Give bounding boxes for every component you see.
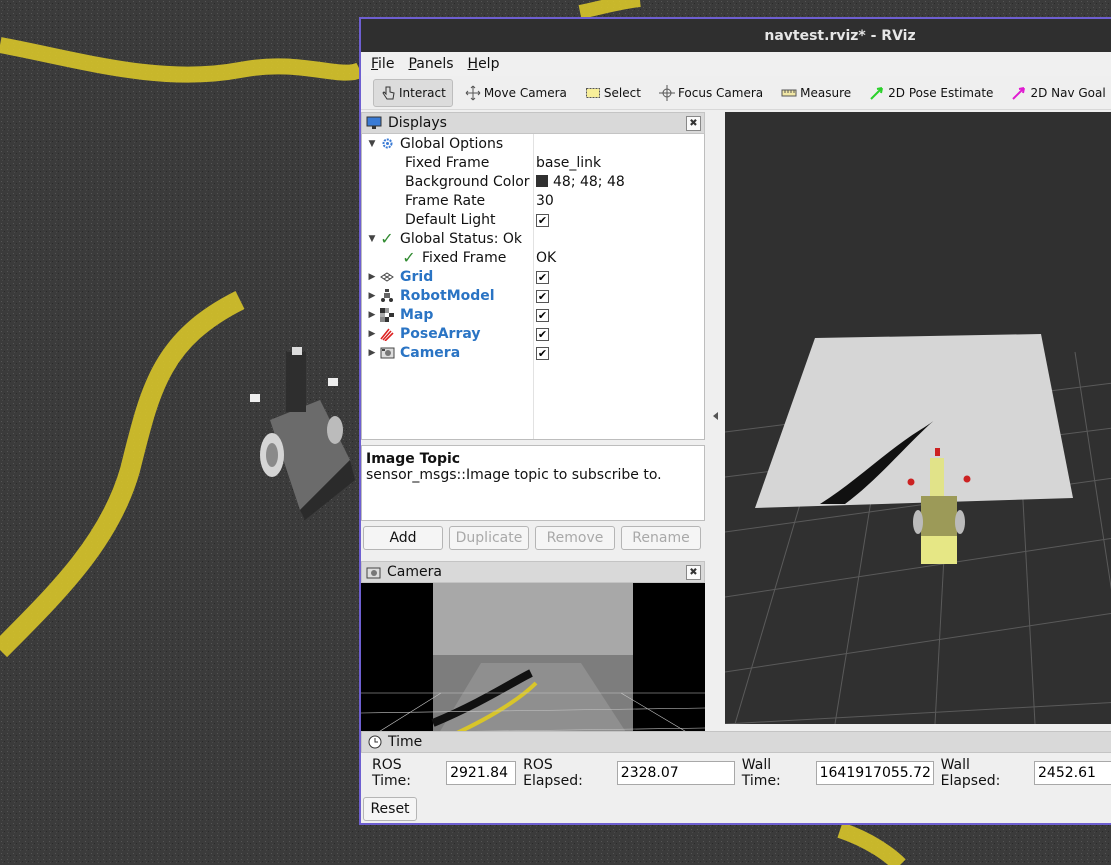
chevron-right-icon[interactable]: ▶	[366, 291, 378, 301]
tool-bar: Interact Move Camera Select Focus Camera…	[361, 76, 1111, 110]
camera-panel-title: Camera ✖	[361, 561, 705, 583]
menu-bar: File Panels Help	[361, 52, 1111, 76]
tree-row-default-light[interactable]: Default Light ✔	[362, 210, 704, 229]
grid-icon	[378, 269, 396, 285]
clock-icon	[368, 735, 382, 749]
add-button[interactable]: Add	[363, 526, 443, 550]
chevron-down-icon[interactable]: ▼	[366, 139, 378, 149]
tree-row-background-color[interactable]: Background Color 48; 48; 48	[362, 172, 704, 191]
fixed-frame-value[interactable]: base_link	[536, 155, 601, 171]
tree-row-frame-rate[interactable]: Frame Rate 30	[362, 191, 704, 210]
tool-2d-nav-goal[interactable]: 2D Nav Goal	[1005, 79, 1111, 107]
ros-elapsed-field[interactable]	[616, 761, 735, 785]
wall-time-field[interactable]	[815, 761, 934, 785]
background-color-value: 48; 48; 48	[553, 173, 625, 190]
wall-elapsed-field[interactable]	[1034, 761, 1111, 785]
gear-icon	[378, 136, 396, 152]
tree-row-camera[interactable]: ▶ Camera ✔	[362, 343, 704, 362]
grid-checkbox[interactable]: ✔	[536, 270, 549, 284]
color-swatch	[536, 174, 548, 187]
description-text: sensor_msgs::Image topic to subscribe to…	[366, 467, 662, 483]
ros-elapsed-label: ROS Elapsed:	[523, 757, 583, 789]
move-arrows-icon	[465, 85, 481, 100]
wall-time-label: Wall Time:	[741, 757, 781, 789]
focus-crosshair-icon	[658, 84, 675, 101]
checkmark-icon: ✓	[380, 229, 394, 248]
ruler-icon	[781, 89, 797, 96]
robot-icon	[378, 288, 396, 304]
tool-move-camera[interactable]: Move Camera	[459, 79, 573, 107]
remove-button[interactable]: Remove	[535, 526, 615, 550]
tree-row-grid[interactable]: ▶ Grid ✔	[362, 267, 704, 286]
tree-row-robotmodel[interactable]: ▶ RobotModel ✔	[362, 286, 704, 305]
camera-panel: Camera ✖	[361, 561, 705, 743]
camera-icon	[366, 567, 381, 578]
default-light-checkbox[interactable]: ✔	[536, 213, 549, 227]
displays-buttons: Add Duplicate Remove Rename	[361, 521, 705, 555]
collapse-arrow-icon[interactable]	[713, 412, 718, 420]
tool-2d-pose-estimate[interactable]: 2D Pose Estimate	[863, 79, 999, 107]
ros-time-field[interactable]	[446, 761, 517, 785]
time-fields: ROS Time: ROS Elapsed: Wall Time: Wall E…	[361, 753, 1111, 793]
status-fixed-frame-value: OK	[536, 249, 557, 266]
pose-array-icon	[378, 326, 396, 342]
close-icon[interactable]: ✖	[686, 116, 701, 131]
chevron-right-icon[interactable]: ▶	[366, 329, 378, 339]
reset-button[interactable]: Reset	[363, 797, 417, 821]
tool-interact[interactable]: Interact	[373, 78, 453, 107]
time-panel-title: Time	[361, 731, 1111, 753]
map-checkbox[interactable]: ✔	[536, 308, 549, 322]
tool-focus-camera[interactable]: Focus Camera	[653, 79, 769, 107]
description-title: Image Topic	[366, 451, 461, 467]
chevron-right-icon[interactable]: ▶	[366, 310, 378, 320]
chevron-right-icon[interactable]: ▶	[366, 272, 378, 282]
tree-row-status-fixed-frame[interactable]: ✓ Fixed Frame OK	[362, 248, 704, 267]
monitor-icon	[366, 116, 382, 129]
green-arrow-icon	[870, 86, 884, 100]
tree-row-global-status[interactable]: ▼ ✓ Global Status: Ok	[362, 229, 704, 248]
camera-image-view[interactable]	[361, 583, 705, 743]
window-titlebar[interactable]: navtest.rviz* - RViz	[361, 19, 1111, 52]
tool-select[interactable]: Select	[579, 79, 647, 107]
tree-row-posearray[interactable]: ▶ PoseArray ✔	[362, 324, 704, 343]
camera-checkbox[interactable]: ✔	[536, 346, 549, 360]
3d-render-view[interactable]	[724, 112, 1111, 725]
tree-row-global-options[interactable]: ▼ Global Options	[362, 134, 704, 153]
time-panel: Time ROS Time: ROS Elapsed: Wall Time: W…	[361, 731, 1111, 823]
frame-rate-value[interactable]: 30	[536, 193, 554, 209]
robotmodel-checkbox[interactable]: ✔	[536, 289, 549, 303]
tree-row-map[interactable]: ▶ Map ✔	[362, 305, 704, 324]
select-rectangle-icon	[585, 87, 600, 98]
rviz-window: navtest.rviz* - RViz File Panels Help In…	[359, 17, 1111, 825]
wall-elapsed-label: Wall Elapsed:	[940, 757, 1001, 789]
tool-measure[interactable]: Measure	[775, 79, 857, 107]
displays-tree: ▼ Global Options Fixed Frame base_link B…	[361, 134, 705, 440]
chevron-right-icon[interactable]: ▶	[366, 348, 378, 358]
rename-button[interactable]: Rename	[621, 526, 701, 550]
chevron-down-icon[interactable]: ▼	[366, 234, 378, 244]
tree-row-fixed-frame[interactable]: Fixed Frame base_link	[362, 153, 704, 172]
ros-time-label: ROS Time:	[372, 757, 411, 789]
map-icon	[378, 307, 396, 323]
checkmark-icon: ✓	[402, 248, 416, 267]
property-description: Image Topic sensor_msgs::Image topic to …	[361, 445, 705, 521]
window-title: navtest.rviz* - RViz	[764, 27, 916, 44]
camera-icon	[378, 345, 396, 361]
duplicate-button[interactable]: Duplicate	[449, 526, 529, 550]
magenta-arrow-icon	[1012, 86, 1026, 100]
menu-help[interactable]: Help	[466, 56, 502, 72]
hand-pointer-icon	[382, 86, 395, 99]
menu-file[interactable]: File	[369, 56, 396, 72]
menu-panels[interactable]: Panels	[406, 56, 455, 72]
left-dock-area: Displays ✖ ▼ Global Options Fixed Frame …	[361, 112, 705, 743]
close-icon[interactable]: ✖	[686, 565, 701, 580]
displays-panel-title: Displays ✖	[361, 112, 705, 134]
panel-splitter[interactable]	[709, 112, 723, 724]
posearray-checkbox[interactable]: ✔	[536, 327, 549, 341]
